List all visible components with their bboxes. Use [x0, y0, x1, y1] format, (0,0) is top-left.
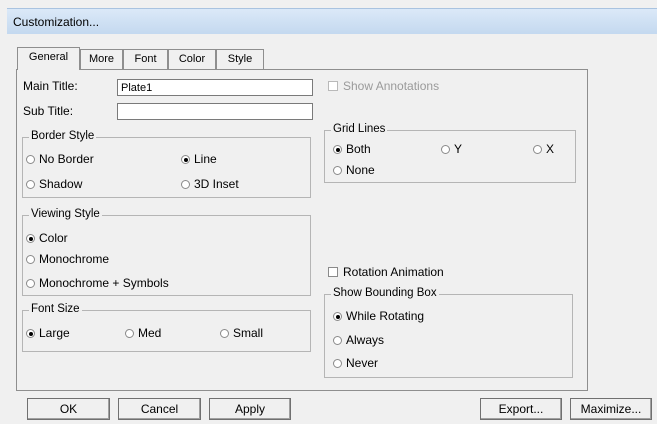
radio-label: None: [346, 163, 375, 177]
border-line-radio[interactable]: Line: [181, 152, 217, 166]
tab-more[interactable]: More: [80, 49, 123, 69]
radio-selected-icon: [26, 329, 35, 338]
radio-icon: [26, 279, 35, 288]
radio-label: Y: [454, 142, 463, 156]
grid-y-radio[interactable]: Y: [441, 142, 462, 156]
radio-icon: [333, 359, 342, 368]
export-button[interactable]: Export...: [480, 398, 562, 420]
radio-label: Never: [346, 356, 379, 370]
radio-label: Color: [39, 231, 68, 245]
radio-icon: [26, 255, 35, 264]
border-shadow-radio[interactable]: Shadow: [26, 177, 82, 191]
sub-title-label: Sub Title:: [23, 104, 74, 118]
tab-style[interactable]: Style: [216, 49, 264, 69]
show-annotations-box: [328, 81, 338, 91]
bbox-while-rotating-radio[interactable]: While Rotating: [333, 309, 424, 323]
main-title-input[interactable]: Plate1: [117, 79, 313, 96]
customization-dialog: Customization... General More Font Color…: [0, 0, 657, 424]
grid-both-radio[interactable]: Both: [333, 142, 371, 156]
border-3d-inset-radio[interactable]: 3D Inset: [181, 177, 239, 191]
radio-label: Monochrome + Symbols: [39, 276, 169, 290]
bbox-never-radio[interactable]: Never: [333, 356, 378, 370]
show-annotations-checkbox[interactable]: Show Annotations: [328, 79, 439, 93]
radio-icon: [441, 145, 450, 154]
font-size-small-radio[interactable]: Small: [220, 326, 263, 340]
title-bar[interactable]: Customization...: [7, 8, 657, 35]
font-size-title: Font Size: [29, 303, 82, 315]
rotation-animation-label: Rotation Animation: [343, 265, 444, 279]
apply-button[interactable]: Apply: [209, 398, 291, 420]
main-title-label: Main Title:: [23, 79, 78, 93]
radio-label: Med: [138, 326, 162, 340]
radio-selected-icon: [333, 145, 342, 154]
radio-icon: [26, 155, 35, 164]
radio-label: Monochrome: [39, 252, 110, 266]
radio-icon: [26, 180, 35, 189]
bbox-always-radio[interactable]: Always: [333, 333, 384, 347]
tab-color[interactable]: Color: [168, 49, 216, 69]
radio-label: While Rotating: [346, 309, 425, 323]
grid-none-radio[interactable]: None: [333, 163, 375, 177]
tab-general[interactable]: General: [17, 47, 80, 70]
radio-label: Shadow: [39, 177, 83, 191]
view-monochrome-symbols-radio[interactable]: Monochrome + Symbols: [26, 276, 169, 290]
radio-icon: [220, 329, 229, 338]
maximize-button[interactable]: Maximize...: [570, 398, 652, 420]
radio-icon: [125, 329, 134, 338]
radio-label: X: [546, 142, 555, 156]
rotation-animation-box: [328, 267, 338, 277]
show-annotations-label: Show Annotations: [343, 79, 440, 93]
radio-label: Small: [233, 326, 264, 340]
radio-icon: [181, 180, 190, 189]
radio-selected-icon: [26, 234, 35, 243]
window-title: Customization...: [13, 15, 100, 29]
radio-label: Both: [346, 142, 371, 156]
ok-button[interactable]: OK: [27, 398, 110, 420]
radio-label: No Border: [39, 152, 94, 166]
radio-label: 3D Inset: [194, 177, 239, 191]
border-no-border-radio[interactable]: No Border: [26, 152, 94, 166]
rotation-animation-checkbox[interactable]: Rotation Animation: [328, 265, 444, 279]
border-style-title: Border Style: [29, 130, 97, 142]
radio-selected-icon: [333, 312, 342, 321]
radio-icon: [533, 145, 542, 154]
font-size-large-radio[interactable]: Large: [26, 326, 70, 340]
radio-icon: [333, 336, 342, 345]
view-monochrome-radio[interactable]: Monochrome: [26, 252, 109, 266]
grid-x-radio[interactable]: X: [533, 142, 554, 156]
grid-lines-title: Grid Lines: [331, 123, 388, 135]
radio-label: Line: [194, 152, 217, 166]
cancel-button[interactable]: Cancel: [118, 398, 201, 420]
viewing-style-title: Viewing Style: [29, 208, 102, 220]
font-size-med-radio[interactable]: Med: [125, 326, 161, 340]
sub-title-input[interactable]: [117, 103, 313, 120]
tab-font[interactable]: Font: [123, 49, 168, 69]
radio-label: Large: [39, 326, 70, 340]
view-color-radio[interactable]: Color: [26, 231, 68, 245]
radio-icon: [333, 166, 342, 175]
radio-label: Always: [346, 333, 385, 347]
show-bounding-box-title: Show Bounding Box: [331, 287, 439, 299]
radio-selected-icon: [181, 155, 190, 164]
